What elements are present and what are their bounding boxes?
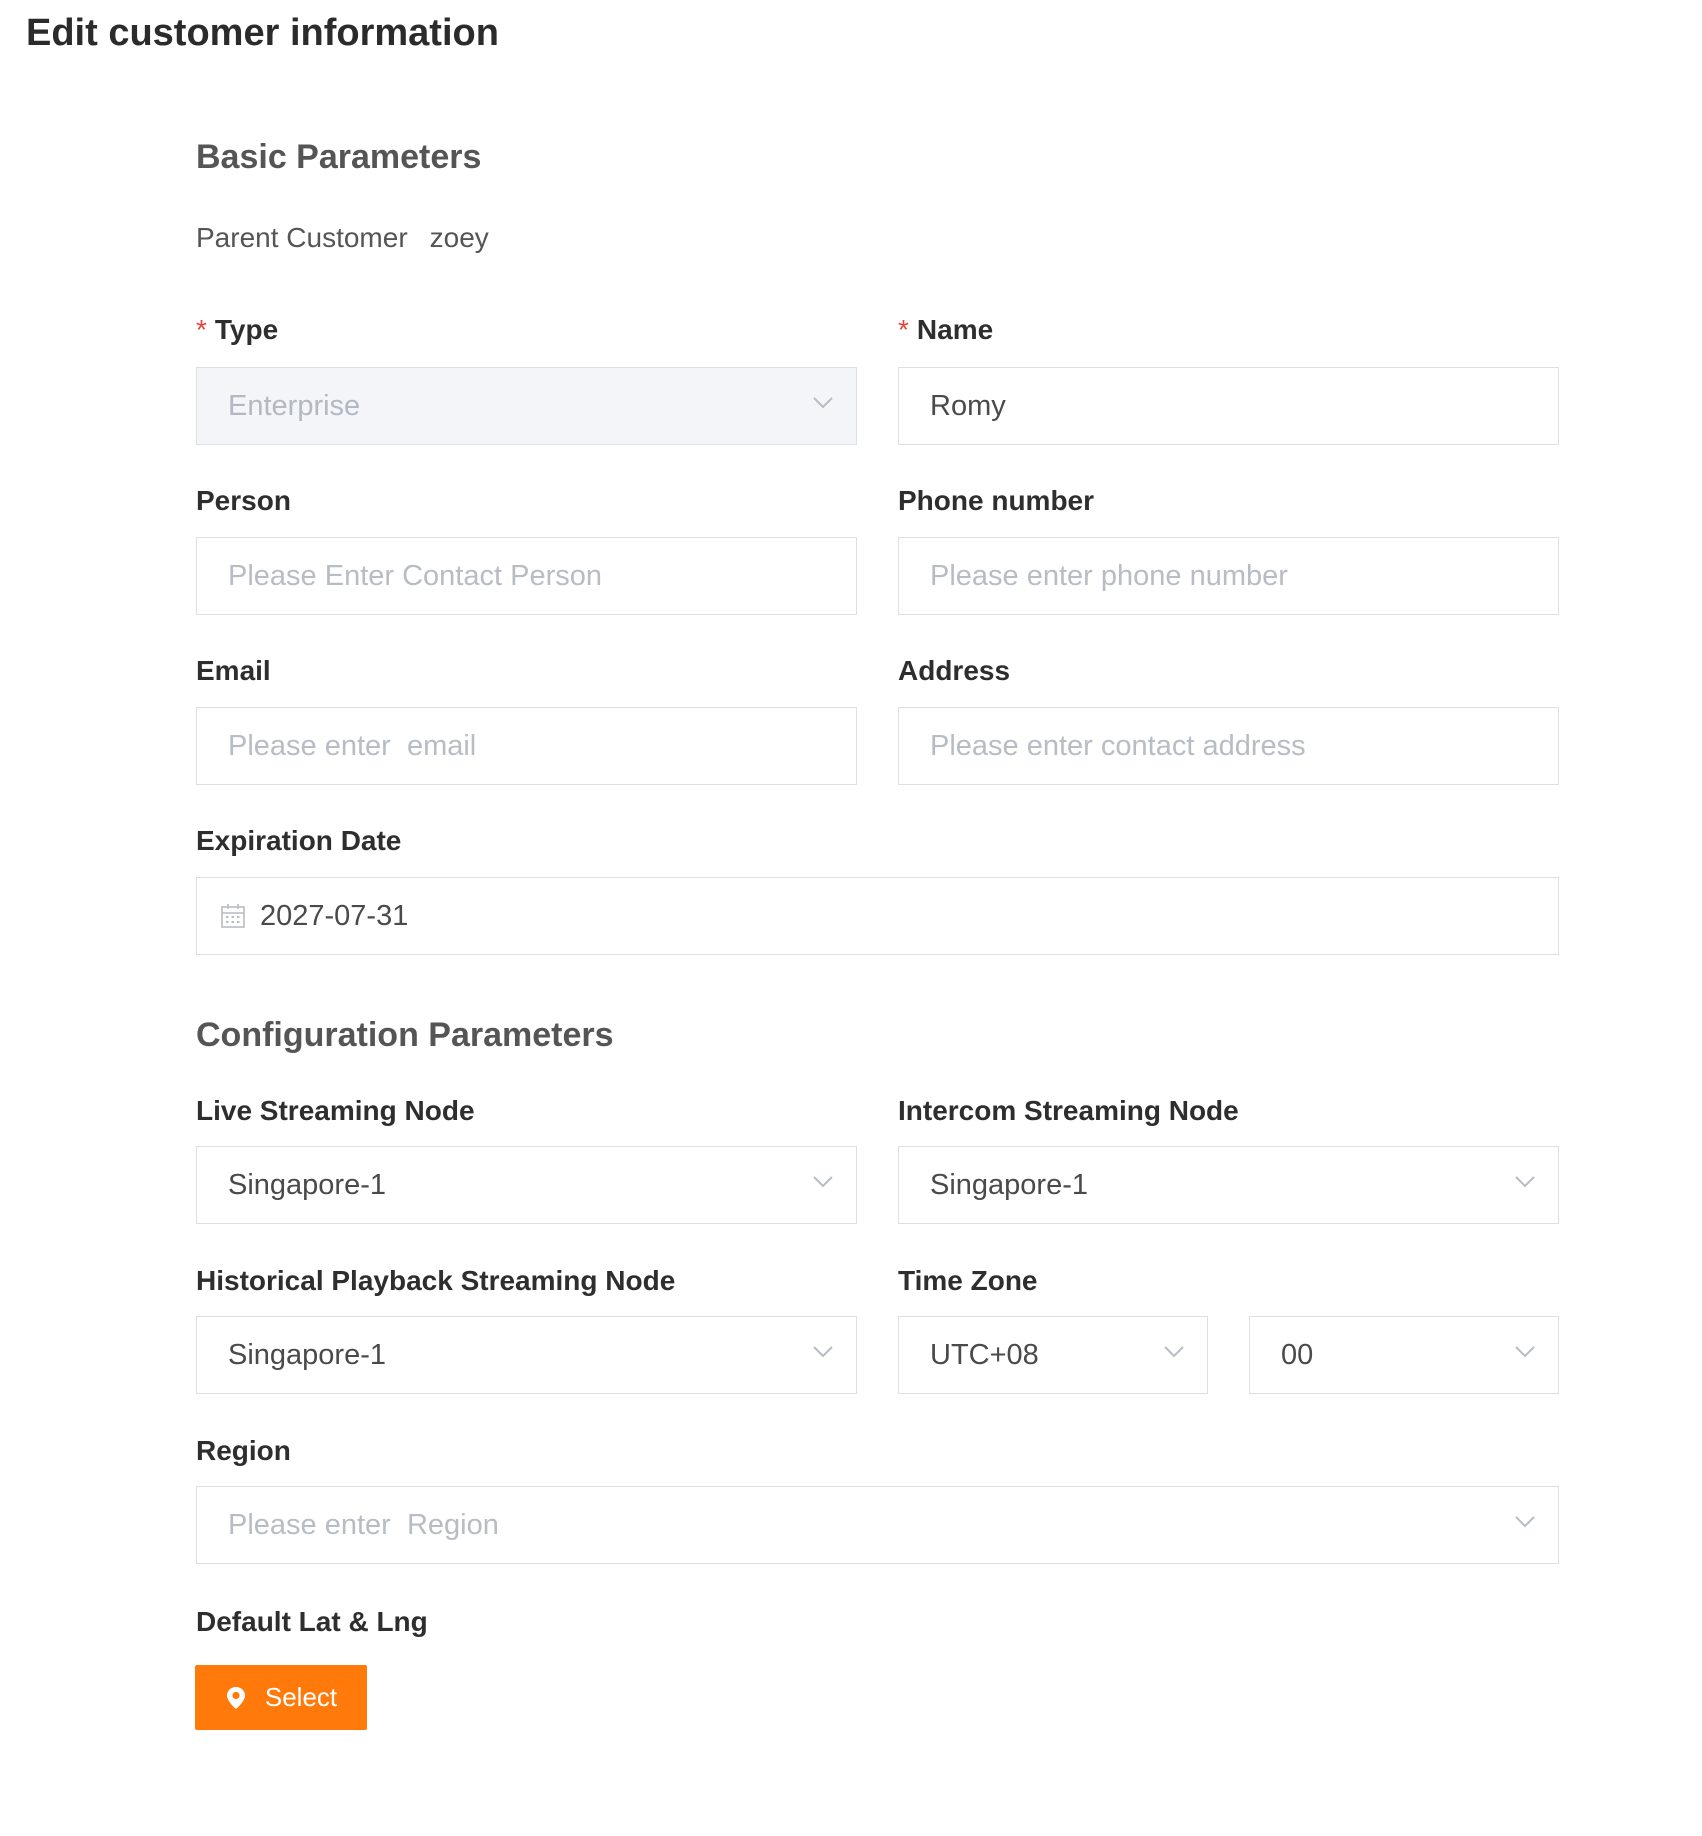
- intercom-streaming-node-value: Singapore-1: [930, 1168, 1088, 1201]
- email-input[interactable]: Please enter email: [196, 707, 857, 785]
- chevron-down-icon: [1164, 1346, 1184, 1358]
- chevron-down-icon: [1515, 1346, 1535, 1358]
- type-label-text: Type: [214, 314, 279, 345]
- time-zone-minute-select[interactable]: 00: [1249, 1316, 1559, 1394]
- time-zone-minute-value: 00: [1281, 1338, 1314, 1371]
- chevron-down-icon: [1515, 1516, 1535, 1528]
- page-title: Edit customer information: [26, 12, 499, 54]
- chevron-down-icon: [1515, 1176, 1535, 1188]
- person-label: Person: [196, 485, 291, 516]
- address-label: Address: [898, 655, 1011, 686]
- parent-customer-value: zoey: [429, 222, 489, 253]
- region-select-placeholder: Please enter Region: [228, 1508, 499, 1541]
- playback-streaming-node-select[interactable]: Singapore-1: [196, 1316, 857, 1394]
- type-select[interactable]: Enterprise: [196, 367, 857, 445]
- expiration-date-picker[interactable]: 2027-07-31: [196, 877, 1559, 955]
- chevron-down-icon: [813, 397, 833, 409]
- chevron-down-icon: [813, 1176, 833, 1188]
- phone-label: Phone number: [898, 485, 1095, 516]
- calendar-icon: [221, 904, 245, 928]
- map-pin-icon: [226, 1686, 245, 1709]
- person-input-placeholder: Please Enter Contact Person: [228, 559, 602, 592]
- time-zone-label: Time Zone: [898, 1265, 1038, 1296]
- phone-input-placeholder: Please enter phone number: [930, 559, 1288, 592]
- name-input-value: Romy: [930, 389, 1006, 422]
- select-location-button[interactable]: Select: [195, 1665, 367, 1730]
- intercom-streaming-node-select[interactable]: Singapore-1: [898, 1146, 1559, 1224]
- address-input[interactable]: Please enter contact address: [898, 707, 1559, 785]
- phone-input[interactable]: Please enter phone number: [898, 537, 1559, 615]
- email-input-placeholder: Please enter email: [228, 729, 477, 762]
- required-marker: *: [898, 314, 909, 345]
- chevron-down-icon: [813, 1346, 833, 1358]
- type-label: * Type: [196, 314, 278, 346]
- time-zone-hour-select[interactable]: UTC+08: [898, 1316, 1208, 1394]
- basic-parameters-heading: Basic Parameters: [196, 138, 482, 176]
- address-input-placeholder: Please enter contact address: [930, 729, 1306, 762]
- type-select-value: Enterprise: [228, 389, 361, 422]
- default-lat-lng-label: Default Lat & Lng: [196, 1606, 428, 1637]
- configuration-parameters-heading: Configuration Parameters: [196, 1016, 614, 1054]
- time-zone-hour-value: UTC+08: [930, 1338, 1039, 1371]
- live-streaming-node-label: Live Streaming Node: [196, 1095, 475, 1126]
- parent-customer-label: Parent Customer: [196, 222, 408, 253]
- live-streaming-node-value: Singapore-1: [228, 1168, 386, 1201]
- region-label: Region: [196, 1435, 291, 1466]
- expiration-date-label: Expiration Date: [196, 825, 402, 856]
- select-button-label: Select: [264, 1682, 338, 1712]
- expiration-date-value: 2027-07-31: [260, 899, 409, 932]
- region-select[interactable]: Please enter Region: [196, 1486, 1559, 1564]
- required-marker: *: [196, 314, 207, 345]
- live-streaming-node-select[interactable]: Singapore-1: [196, 1146, 857, 1224]
- name-input[interactable]: Romy: [898, 367, 1559, 445]
- parent-customer-row: Parent Customer zoey: [196, 222, 489, 254]
- person-input[interactable]: Please Enter Contact Person: [196, 537, 857, 615]
- name-label: * Name: [898, 314, 993, 346]
- email-label: Email: [196, 655, 271, 686]
- playback-streaming-node-value: Singapore-1: [228, 1338, 386, 1371]
- playback-streaming-node-label: Historical Playback Streaming Node: [196, 1265, 676, 1296]
- name-label-text: Name: [916, 314, 994, 345]
- intercom-streaming-node-label: Intercom Streaming Node: [898, 1095, 1239, 1126]
